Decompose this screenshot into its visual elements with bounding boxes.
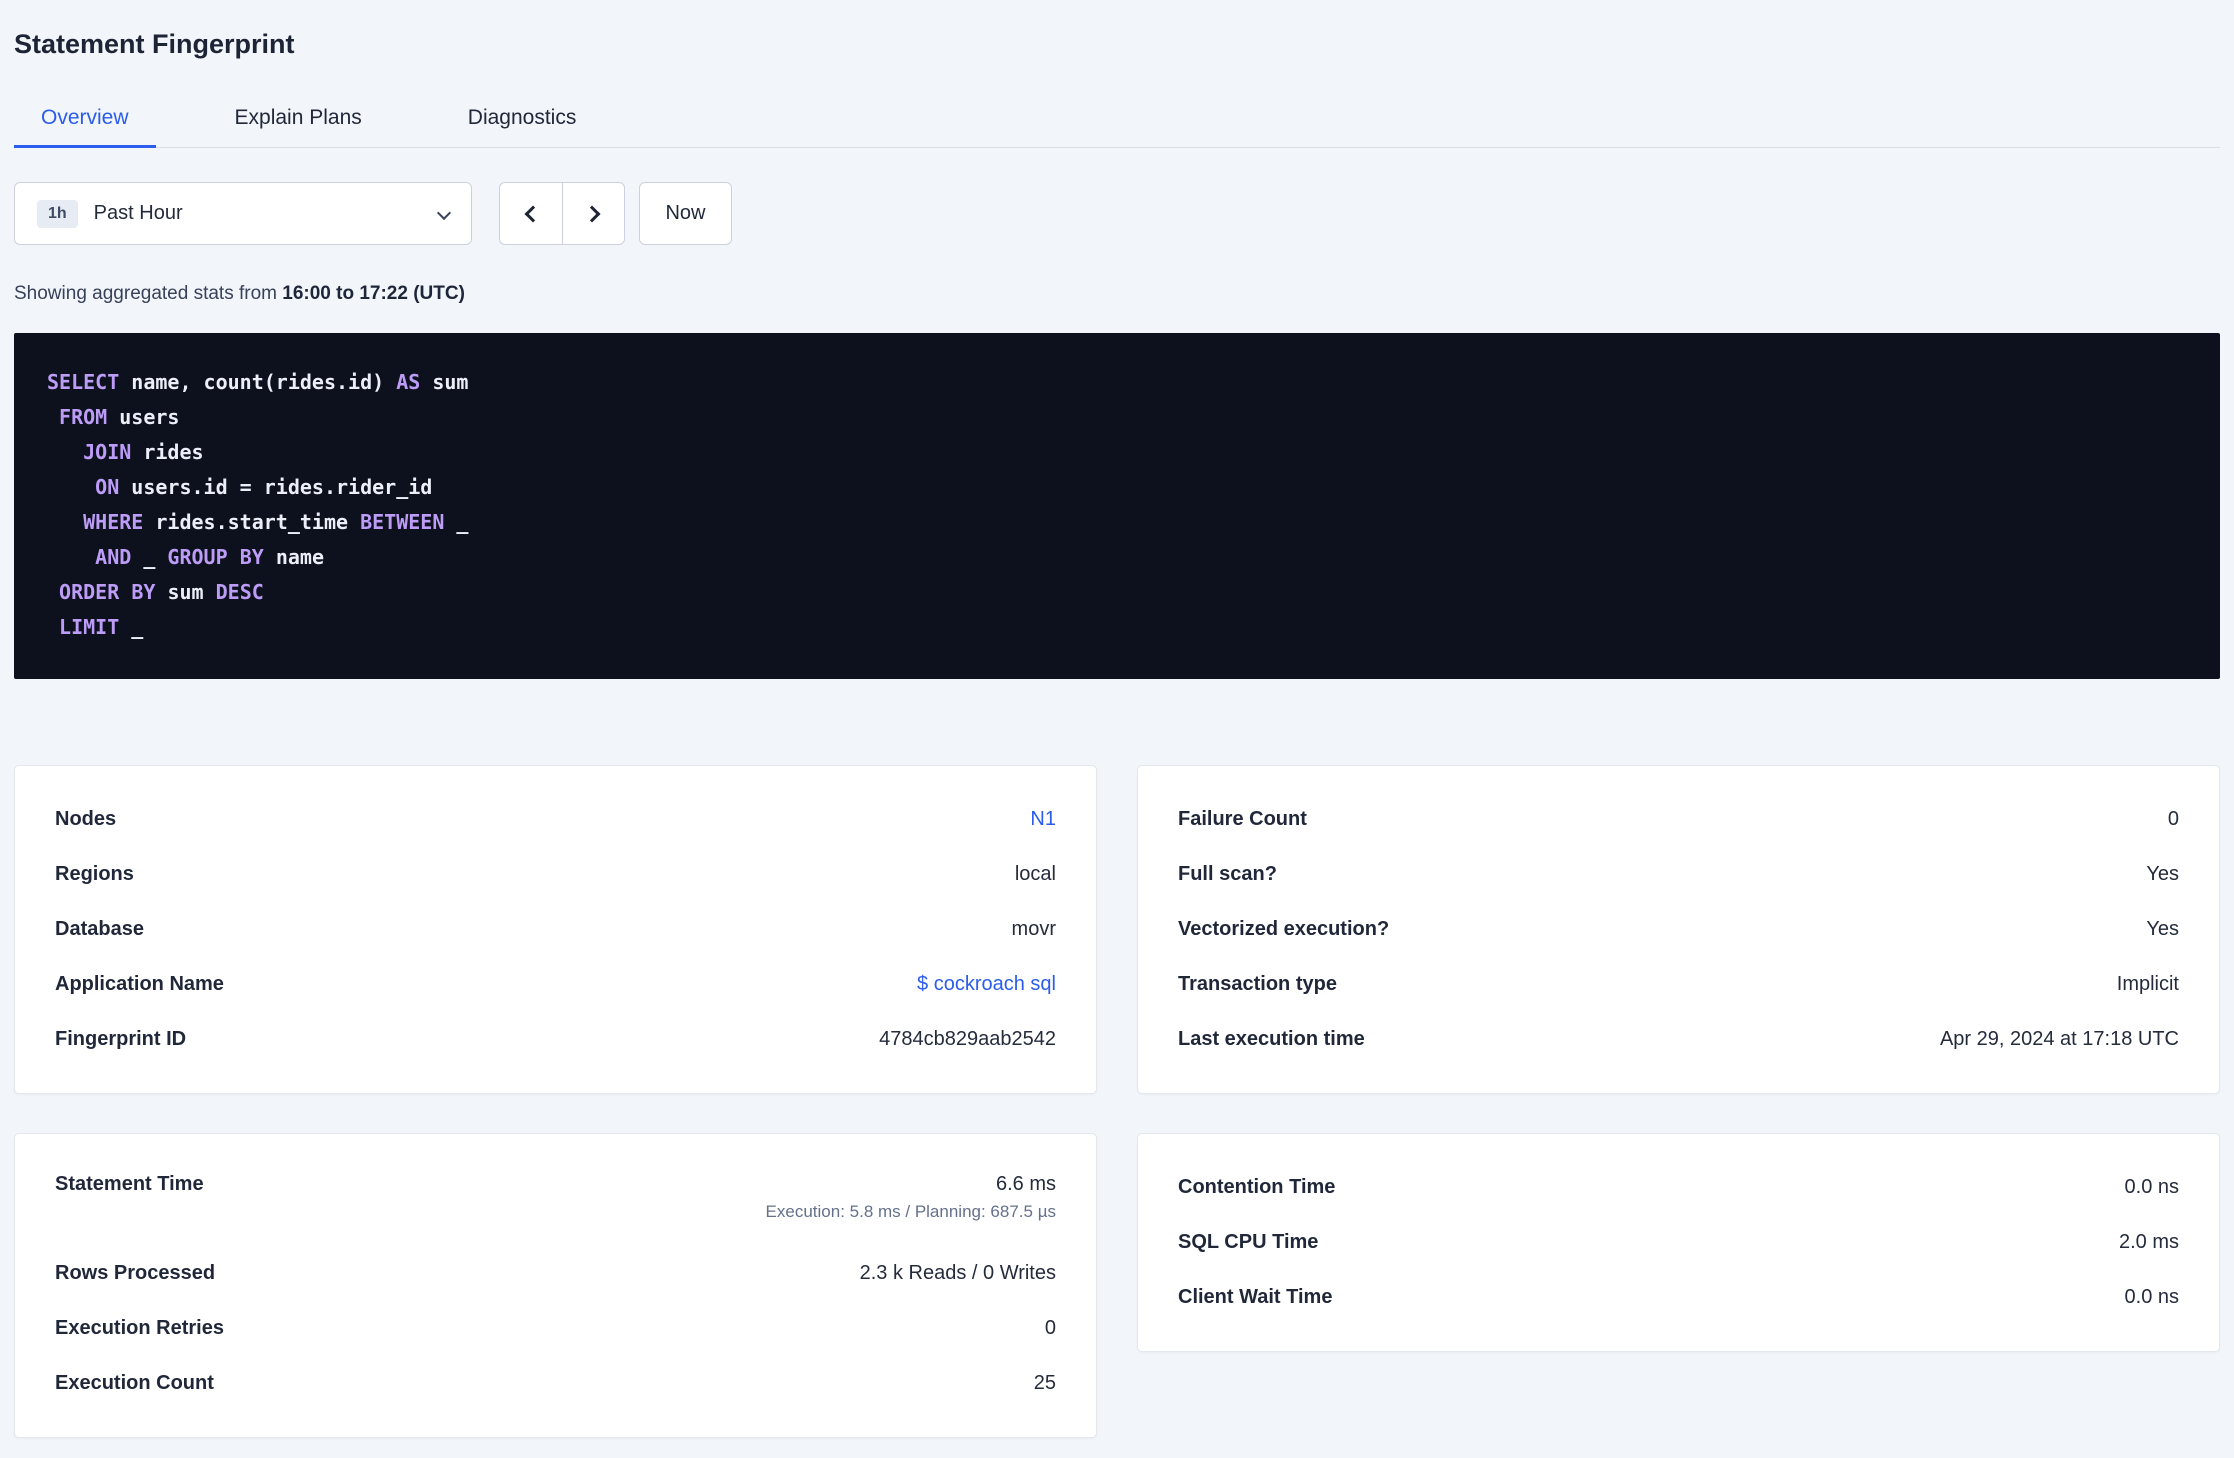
sql-line: ORDER BY sum DESC [59, 580, 264, 604]
row-label: Statement Time [55, 1173, 204, 1195]
row-value: Yes [2146, 918, 2179, 940]
row-label: Contention Time [1178, 1176, 1336, 1198]
time-controls: 1h Past Hour Now [14, 182, 2220, 245]
row-label: Execution Retries [55, 1317, 224, 1339]
row-value: 6.6 ms [995, 1173, 1056, 1195]
row-label: Rows Processed [55, 1262, 216, 1284]
aggregated-stats-line: Showing aggregated stats from 16:00 to 1… [14, 283, 2220, 305]
now-button[interactable]: Now [639, 182, 732, 245]
time-range-dropdown[interactable]: 1h Past Hour [14, 182, 472, 245]
card-row: Rows Processed 2.3 k Reads / 0 Writes [55, 1246, 1056, 1301]
sql-line: LIMIT _ [59, 615, 144, 639]
row-value: 0.0 ns [2124, 1176, 2179, 1198]
sql-line: AND _ GROUP BY name [95, 545, 324, 569]
statement-fingerprint-page: Statement Fingerprint Overview Explain Pl… [0, 0, 2234, 1438]
sql-line: JOIN rides [83, 440, 204, 464]
row-value: Apr 29, 2024 at 17:18 UTC [1939, 1028, 2179, 1050]
sql-line: SELECT name, count(rides.id) AS sum [47, 370, 469, 394]
aggregated-stats-prefix: Showing aggregated stats from [14, 283, 283, 304]
card-row: Statement Time 6.6 ms Execution: 5.8 ms / … [55, 1160, 1056, 1246]
row-value: 2.3 k Reads / 0 Writes [859, 1262, 1056, 1284]
sql-block: SELECT name, count(rides.id) AS sum FROM… [14, 333, 2220, 679]
aggregated-stats-range: 16:00 to 17:22 (UTC) [282, 283, 465, 304]
row-value: 4784cb829aab2542 [879, 1028, 1056, 1050]
time-interval-arrows [499, 182, 625, 245]
card-row: Transaction type Implicit [1178, 957, 2179, 1012]
row-value: 0 [1044, 1317, 1056, 1339]
sql-line: FROM users [59, 405, 180, 429]
card-row: Vectorized execution? Yes [1178, 902, 2179, 957]
card-row: Regions local [55, 847, 1056, 902]
row-value-link[interactable]: $ cockroach sql [917, 973, 1056, 996]
row-value: 0.0 ns [2124, 1286, 2179, 1308]
next-interval-button[interactable] [562, 182, 625, 245]
row-label: SQL CPU Time [1178, 1231, 1319, 1253]
row-value: Implicit [2116, 973, 2179, 995]
row-label: Fingerprint ID [55, 1028, 187, 1050]
row-label: Vectorized execution? [1178, 918, 1390, 940]
summary-cards: Nodes N1 Regions local Database movr Applicati… [14, 765, 2220, 1438]
card-row: Execution Retries 0 [55, 1301, 1056, 1356]
timing-left-card: Statement Time 6.6 ms Execution: 5.8 ms / … [14, 1133, 1097, 1438]
overview-right-card: Failure Count 0 Full scan? Yes Vectorized ex… [1137, 765, 2220, 1094]
card-row: Last execution time Apr 29, 2024 at 17:18… [1178, 1012, 2179, 1067]
card-row: Fingerprint ID 4784cb829aab2542 [55, 1012, 1056, 1067]
chevron-left-icon [524, 205, 542, 222]
card-row: Client Wait Time 0.0 ns [1178, 1270, 2179, 1325]
card-row: Nodes N1 [55, 792, 1056, 847]
card-row: Contention Time 0.0 ns [1178, 1160, 2179, 1215]
timing-right-card: Contention Time 0.0 ns SQL CPU Time 2.0 ms C… [1137, 1133, 2220, 1352]
row-label: Transaction type [1178, 973, 1337, 995]
row-label: Execution Count [55, 1372, 214, 1394]
row-value: 25 [1033, 1372, 1056, 1394]
row-value: movr [1011, 918, 1056, 940]
row-value: 2.0 ms [2118, 1231, 2179, 1253]
previous-interval-button[interactable] [499, 182, 562, 245]
row-value: local [1014, 863, 1056, 885]
row-subvalue: Execution: 5.8 ms / Planning: 687.5 µs [765, 1202, 1056, 1221]
row-label: Nodes [55, 808, 117, 830]
card-row: Failure Count 0 [1178, 792, 2179, 847]
tab-bar: Overview Explain Plans Diagnostics [14, 92, 2220, 148]
time-range-label: Past Hour [93, 202, 183, 224]
chevron-right-icon [583, 205, 600, 222]
row-label: Failure Count [1178, 808, 1307, 830]
card-row: Execution Count 25 [55, 1356, 1056, 1411]
row-label: Full scan? [1178, 863, 1277, 885]
row-label: Last execution time [1178, 1028, 1365, 1050]
overview-left-card: Nodes N1 Regions local Database movr Applicati… [14, 765, 1097, 1094]
row-label: Regions [55, 863, 134, 885]
card-row: SQL CPU Time 2.0 ms [1178, 1215, 2179, 1270]
page-title: Statement Fingerprint [14, 29, 295, 59]
time-range-badge: 1h [37, 199, 78, 228]
card-row: Application Name $ cockroach sql [55, 957, 1056, 1012]
row-label: Application Name [55, 973, 224, 995]
row-label: Client Wait Time [1178, 1286, 1333, 1308]
row-label: Database [55, 918, 144, 940]
row-value-link[interactable]: N1 [1030, 808, 1056, 831]
tab-overview[interactable]: Overview [14, 92, 156, 148]
row-value: 0 [2167, 808, 2179, 830]
sql-code: SELECT name, count(rides.id) AS sum FROM… [47, 365, 2187, 645]
card-row: Full scan? Yes [1178, 847, 2179, 902]
sql-line: WHERE rides.start_time BETWEEN _ [83, 510, 469, 534]
chevron-down-icon [436, 205, 452, 223]
row-value: Yes [2146, 863, 2179, 885]
sql-line: ON users.id = rides.rider_id [95, 475, 433, 499]
tab-explain-plans[interactable]: Explain Plans [208, 92, 389, 148]
card-row: Database movr [55, 902, 1056, 957]
tab-diagnostics[interactable]: Diagnostics [441, 92, 604, 148]
